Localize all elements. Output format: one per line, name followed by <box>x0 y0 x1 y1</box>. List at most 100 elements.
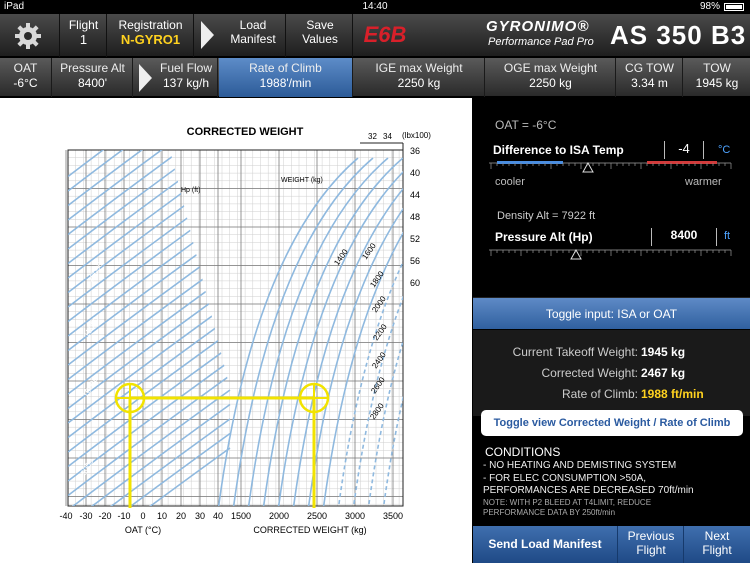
slider-thumb-icon <box>570 248 582 260</box>
input-panel: OAT = -6°C Difference to ISA Temp -4 °C … <box>473 98 750 563</box>
lb-tick-label: 52 <box>410 234 420 244</box>
save-values-button[interactable]: Save Values <box>287 14 353 57</box>
lb-tick-label: 60 <box>410 278 420 288</box>
load-manifest-label: Load Manifest <box>230 18 276 46</box>
isa-diff-slider[interactable] <box>487 160 733 174</box>
slider-thumb-icon <box>582 161 594 173</box>
oge-label: OGE max Weight <box>503 61 598 75</box>
x-tick-label: -40 <box>59 511 72 521</box>
registration-value: N-GYRO1 <box>120 32 181 47</box>
x-tick-label: 40 <box>213 511 223 521</box>
param-cg-tow[interactable]: CG TOW 3.34 m <box>617 58 683 97</box>
lb-tick-label: 56 <box>410 256 420 266</box>
oat-readout: OAT = -6°C <box>495 118 557 132</box>
fuel-label: Fuel Flow <box>159 61 212 75</box>
lb-tick-label: 40 <box>410 168 420 178</box>
lb-tick-label: 36 <box>410 146 420 156</box>
x-tick-label: -30 <box>79 511 92 521</box>
x-tick-label: 2500 <box>307 511 327 521</box>
forward-arrow-icon[interactable] <box>135 60 155 96</box>
oat-value: -6°C <box>13 76 38 90</box>
tow-label: TOW <box>703 61 731 75</box>
forward-arrow-icon[interactable] <box>197 17 217 53</box>
brand-logo: GYRONIMO® Performance Pad Pro AS 350 B3 <box>480 16 750 56</box>
previous-flight-button[interactable]: Previous Flight <box>617 526 683 563</box>
x-tick-label: -20 <box>98 511 111 521</box>
oat-axis-label: OAT (°C) <box>125 525 161 535</box>
altitude-curve <box>68 150 231 207</box>
fuel-value: 137 kg/h <box>162 76 210 90</box>
pressure-alt-unit: ft <box>724 230 731 242</box>
flight-label: Flight <box>68 18 99 32</box>
x-tick-label: 1500 <box>231 511 251 521</box>
param-fuel-flow[interactable]: Fuel Flow 137 kg/h <box>155 58 218 97</box>
palt-value: 8400' <box>78 76 107 90</box>
param-oge-max-weight[interactable]: OGE max Weight 2250 kg <box>486 58 616 97</box>
registration-selector[interactable]: Registration N-GYRO1 <box>108 14 194 57</box>
current-tow-label: Current Takeoff Weight: <box>512 345 638 359</box>
x-tick-label: 10 <box>157 511 167 521</box>
x-tick-label: 0 <box>140 511 145 521</box>
param-ige-max-weight[interactable]: IGE max Weight 2250 kg <box>354 58 485 97</box>
isa-diff-title: Difference to ISA Temp <box>493 143 624 157</box>
send-load-manifest-button[interactable]: Send Load Manifest <box>473 526 617 563</box>
results-box: Current Takeoff Weight: 1945 kg Correcte… <box>473 330 750 416</box>
palt-label: Pressure Alt <box>60 61 125 75</box>
cg-value: 3.34 m <box>631 76 668 90</box>
chart-canvas: CORRECTED WEIGHT -40 -30 -20 -10 0 10 20 30 40 15… <box>59 126 431 563</box>
conditions-title: CONDITIONS <box>485 445 561 459</box>
rate-of-climb-label: Rate of Climb: <box>561 387 638 401</box>
corrected-weight-chart: CORRECTED WEIGHT -40 -30 -20 -10 0 10 20 30 40 15… <box>0 98 472 563</box>
isa-diff-field[interactable]: -4 <box>664 141 704 159</box>
altitude-curve <box>68 432 231 506</box>
hp-axis-label: Hp (ft) <box>181 187 200 194</box>
altitude-curve <box>68 418 231 506</box>
lb-unit-label: (lbx100) <box>402 131 431 140</box>
brand-name: GYRONIMO® <box>486 18 590 35</box>
param-tow[interactable]: TOW 1945 kg <box>684 58 750 97</box>
condition-line: - FOR ELEC CONSUMPTION >50A, <box>483 473 647 484</box>
pressure-alt-field[interactable]: 8400 <box>651 228 717 246</box>
next-flight-button[interactable]: Next Flight <box>683 526 750 563</box>
flight-selector[interactable]: Flight 1 <box>61 14 107 57</box>
rate-of-climb-value: 1988 ft/min <box>641 387 704 401</box>
parameter-bar: OAT -6°C Pressure Alt 8400' Fuel Flow 13… <box>0 58 750 97</box>
x-tick-label: 20 <box>176 511 186 521</box>
bottom-bar: Send Load Manifest Previous Flight Next … <box>473 526 750 563</box>
flight-value: 1 <box>79 32 88 47</box>
condition-note: NOTE: WITH P2 BLEED AT T4LIMIT, REDUCE <box>483 498 652 507</box>
hp-curve-label: 5000 <box>79 457 96 477</box>
x-tick-label: 3500 <box>383 511 403 521</box>
brand-subtitle: Performance Pad Pro <box>488 36 594 48</box>
param-oat[interactable]: OAT -6°C <box>0 58 52 97</box>
density-alt: Density Alt = 7922 ft <box>497 210 596 222</box>
lb-tick-label: 48 <box>410 212 420 222</box>
aircraft-model: AS 350 B3 <box>610 20 747 50</box>
corrected-weight-label: Corrected Weight: <box>541 366 639 380</box>
param-pressure-alt[interactable]: Pressure Alt 8400' <box>53 58 133 97</box>
ige-label: IGE max Weight <box>375 61 463 75</box>
battery-percent: 98% <box>699 1 720 12</box>
toggle-view-button[interactable]: Toggle view Corrected Weight / Rate of C… <box>481 410 743 436</box>
x-tick-label: 30 <box>195 511 205 521</box>
load-manifest-button[interactable]: Load Manifest <box>220 14 286 57</box>
save-values-label: Save Values <box>302 18 338 46</box>
current-tow-value: 1945 kg <box>641 345 686 359</box>
status-bar: iPad 14:40 98% <box>0 0 750 14</box>
condition-line: PERFORMANCES ARE DECREASED 70ft/min <box>483 485 694 496</box>
chart-labels: -40 -30 -20 -10 0 10 20 30 40 1500 2000 2500 3000 350… <box>59 132 420 563</box>
weight-curve-label: 2600 <box>369 375 387 395</box>
app-screen: iPad 14:40 98% Flight 1 Registration N-G… <box>0 0 750 563</box>
previous-flight-label: Previous Flight <box>627 529 675 557</box>
x-tick-label: -10 <box>117 511 130 521</box>
lb-tick-label: 32 <box>368 132 377 141</box>
weight-curve-label: WEIGHT (kg) <box>281 177 323 184</box>
x-tick-label: 2000 <box>269 511 289 521</box>
settings-button[interactable] <box>0 14 60 57</box>
warmer-label: warmer <box>685 176 722 188</box>
e6b-logo: E6B <box>363 22 407 47</box>
param-rate-of-climb[interactable]: Rate of Climb 1988'/min <box>219 58 353 97</box>
altitude-curve <box>68 150 231 192</box>
toggle-isa-oat-button[interactable]: Toggle input: ISA or OAT <box>473 297 750 329</box>
pressure-alt-slider[interactable] <box>487 247 733 261</box>
